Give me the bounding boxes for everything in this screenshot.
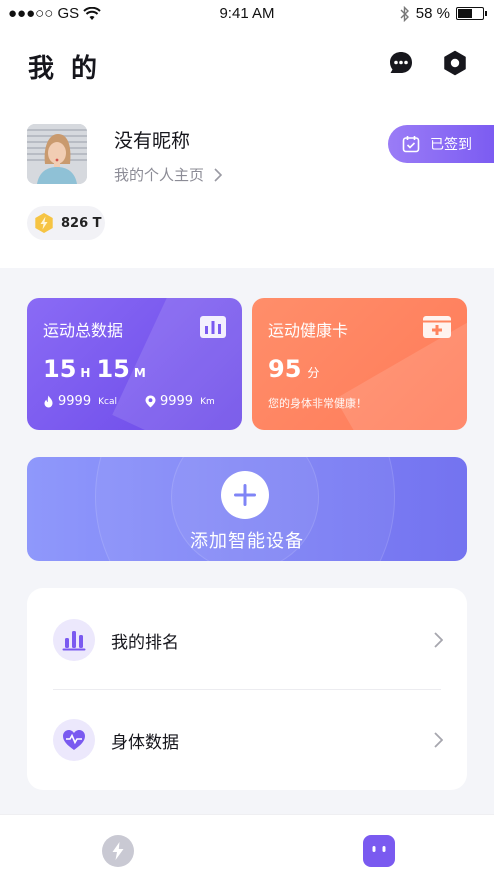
robot-face-icon[interactable]: [363, 835, 395, 867]
chevron-right-icon: [214, 167, 223, 182]
calories-unit: Kcal: [98, 396, 117, 407]
page-title: 我 的: [28, 54, 102, 84]
battery-level: [458, 9, 472, 18]
add-device-label: 添加智能设备: [190, 531, 304, 552]
minutes-unit: M: [133, 366, 146, 380]
menu-item-ranking[interactable]: 我的排名: [27, 590, 467, 690]
hours-unit: H: [80, 366, 91, 380]
distance-unit: Km: [200, 396, 215, 407]
battery-icon: [456, 7, 487, 20]
plus-icon: [234, 484, 256, 506]
menu-list: 我的排名 身体数据: [27, 588, 467, 790]
checkin-label: 已签到: [430, 137, 472, 153]
health-message: 您的身体非常健康！: [268, 397, 367, 410]
bar-chart-icon: [200, 316, 226, 338]
card-title: 运动总数据: [43, 321, 124, 340]
duration-minutes: 15: [96, 355, 130, 383]
chevron-right-icon: [434, 632, 443, 648]
avatar-image: [27, 124, 87, 184]
settings-hexagon-icon[interactable]: [442, 50, 468, 76]
heart-pulse-icon: [53, 719, 95, 761]
status-bar: ●●●○○ GS 9:41 AM 58 %: [0, 0, 494, 28]
card-title: 运动健康卡: [268, 321, 349, 340]
duration: 15 H 15 M: [43, 355, 152, 383]
points-value: 826 T: [61, 215, 102, 231]
tab-bar: [0, 814, 494, 880]
health-card[interactable]: 运动健康卡 95 分 您的身体非常健康！: [252, 298, 467, 430]
status-right: 58 %: [400, 5, 487, 22]
menu-item-body-data[interactable]: 身体数据: [27, 690, 467, 790]
add-device-button[interactable]: [221, 471, 269, 519]
chevron-right-icon: [434, 732, 443, 748]
calendar-check-icon: [402, 136, 420, 153]
medical-kit-icon: [423, 316, 451, 338]
menu-item-label: 身体数据: [111, 732, 179, 753]
checkin-button[interactable]: 已签到: [388, 125, 494, 163]
chat-icon[interactable]: [388, 50, 414, 76]
lightning-coin-icon: [35, 213, 53, 233]
health-score: 95 分: [268, 355, 319, 383]
lightning-icon[interactable]: [102, 835, 134, 867]
score-unit: 分: [307, 366, 320, 380]
menu-item-label: 我的排名: [111, 632, 179, 653]
add-device-banner[interactable]: 添加智能设备: [27, 457, 467, 561]
location-pin-icon: [145, 395, 156, 408]
sport-stats: 9999 Kcal 9999 Km: [43, 394, 215, 409]
points-badge[interactable]: 826 T: [27, 206, 105, 240]
duration-hours: 15: [43, 355, 77, 383]
flame-icon: [44, 395, 53, 408]
bluetooth-icon: [400, 5, 409, 22]
score-value: 95: [268, 355, 302, 383]
nickname: 没有昵称: [114, 130, 191, 152]
battery-percent: 58 %: [415, 5, 450, 22]
profile-panel: 我 的 没有昵称 我的个人主页 已签到 826 T: [0, 28, 494, 268]
homepage-link[interactable]: 我的个人主页: [114, 164, 223, 185]
homepage-link-label: 我的个人主页: [114, 166, 205, 184]
distance-value: 9999: [159, 394, 194, 409]
ranking-bar-icon: [53, 619, 95, 661]
sport-summary-card[interactable]: 运动总数据 15 H 15 M 9999 Kcal 9999 Km: [27, 298, 242, 430]
calories-value: 9999: [58, 394, 92, 409]
avatar[interactable]: [27, 124, 87, 184]
